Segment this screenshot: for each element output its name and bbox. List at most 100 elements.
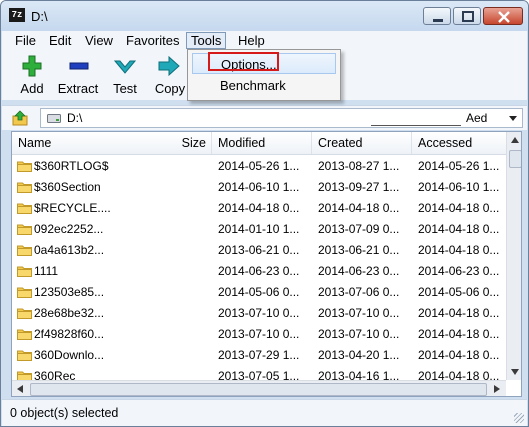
cell-size	[172, 198, 208, 219]
menu-bar: File Edit View Favorites Tools Help	[2, 31, 527, 50]
cell-size	[172, 303, 208, 324]
test-button[interactable]: Test	[107, 50, 143, 100]
menu-favorites[interactable]: Favorites	[122, 32, 183, 49]
maximize-button[interactable]	[453, 7, 481, 25]
scroll-left-icon[interactable]	[17, 385, 23, 393]
menu-item-benchmark[interactable]: Benchmark	[192, 75, 336, 96]
cell-modified: 2014-04-18 0...	[218, 201, 300, 215]
menu-tools[interactable]: Tools	[186, 32, 227, 49]
drive-icon	[47, 114, 61, 123]
cell-modified: 2013-06-21 0...	[218, 243, 300, 257]
table-row[interactable]: $360RTLOG$ 2014-05-26 1... 2013-08-27 1...…	[12, 156, 506, 177]
cell-created: 2013-08-27 1...	[318, 159, 400, 173]
table-row[interactable]: 123503e85... 2014-05-06 0... 2013-07-06 0.…	[12, 282, 506, 303]
table-row[interactable]: 28e68be32... 2013-07-10 0... 2013-07-10 0.…	[12, 303, 506, 324]
cell-size	[172, 240, 208, 261]
cell-size	[172, 324, 208, 345]
extract-button[interactable]: Extract	[55, 50, 101, 100]
extract-minus-icon	[69, 62, 89, 70]
cell-accessed: 2014-04-18 0...	[418, 306, 500, 320]
path-field[interactable]: D:\ Aed	[40, 108, 523, 128]
cell-name: 0a4a613b2...	[34, 243, 105, 257]
cell-accessed: 2014-04-18 0...	[418, 348, 500, 362]
cell-created: 2013-04-20 1...	[318, 348, 400, 362]
up-folder-icon[interactable]	[12, 110, 28, 126]
cell-accessed: 2014-06-23 0...	[418, 264, 500, 278]
cell-created: 2014-04-18 0...	[318, 201, 400, 215]
column-header-size[interactable]: Size	[172, 132, 210, 154]
cell-created: 2013-07-09 0...	[318, 222, 400, 236]
close-icon	[498, 11, 510, 23]
address-bar: D:\ Aed	[2, 105, 527, 130]
add-button[interactable]: Add	[12, 50, 52, 100]
minimize-icon	[433, 19, 443, 22]
resize-grip-icon[interactable]	[514, 413, 524, 423]
copy-button[interactable]: Copy	[152, 50, 188, 100]
cell-accessed: 2014-05-26 1...	[418, 159, 500, 173]
cell-modified: 2014-06-10 1...	[218, 180, 300, 194]
table-row[interactable]: $360Section 2014-06-10 1... 2013-09-27 1..…	[12, 177, 506, 198]
cell-modified: 2014-05-06 0...	[218, 285, 300, 299]
cell-name: 360Downlo...	[34, 348, 105, 362]
table-row[interactable]: 360Downlo... 2013-07-29 1... 2013-04-20 1.…	[12, 345, 506, 366]
cell-accessed: 2014-05-06 0...	[418, 285, 500, 299]
scroll-right-icon[interactable]	[494, 385, 500, 393]
tools-menu-dropdown: Options... Benchmark	[187, 49, 341, 101]
file-list: Name Size Modified Created Accessed $360…	[11, 131, 522, 397]
scroll-up-icon[interactable]	[511, 137, 519, 143]
cell-accessed: 2014-04-18 0...	[418, 222, 500, 236]
cell-size	[172, 261, 208, 282]
cell-modified: 2013-07-29 1...	[218, 348, 300, 362]
table-row[interactable]: $RECYCLE.... 2014-04-18 0... 2014-04-18 0.…	[12, 198, 506, 219]
cell-modified: 2013-07-10 0...	[218, 306, 300, 320]
options-label: Options...	[221, 57, 277, 72]
column-header-created[interactable]: Created	[312, 132, 412, 154]
cell-modified: 2014-06-23 0...	[218, 264, 300, 278]
path-text: D:\	[67, 111, 83, 125]
folder-icon	[17, 350, 32, 361]
cell-name: 123503e85...	[34, 285, 105, 299]
folder-icon	[17, 329, 32, 340]
path-dropdown-icon[interactable]	[509, 116, 517, 121]
vertical-scrollbar[interactable]	[506, 132, 521, 380]
title-bar[interactable]: 7z D:\	[1, 1, 528, 31]
menu-edit[interactable]: Edit	[45, 32, 75, 49]
menu-view[interactable]: View	[81, 32, 117, 49]
table-row[interactable]: 0a4a613b2... 2013-06-21 0... 2013-06-21 0.…	[12, 240, 506, 261]
cell-created: 2013-07-06 0...	[318, 285, 400, 299]
column-header-accessed[interactable]: Accessed	[412, 132, 506, 154]
window-title: D:\	[31, 9, 48, 24]
table-row[interactable]: 1111 2014-06-23 0... 2014-06-23 0... 2014-0…	[12, 261, 506, 282]
address-underline	[371, 125, 461, 126]
minimize-button[interactable]	[423, 7, 451, 25]
menu-file[interactable]: File	[11, 32, 40, 49]
scroll-down-icon[interactable]	[511, 369, 519, 375]
cell-size	[172, 282, 208, 303]
folder-icon	[17, 182, 32, 193]
test-checkmark-icon	[114, 60, 136, 74]
cell-name: $360Section	[34, 180, 101, 194]
cell-size	[172, 345, 208, 366]
cell-created: 2013-07-10 0...	[318, 327, 400, 341]
folder-icon	[17, 266, 32, 277]
cell-created: 2014-06-23 0...	[318, 264, 400, 278]
column-header-modified[interactable]: Modified	[212, 132, 312, 154]
vertical-scroll-thumb[interactable]	[509, 150, 521, 168]
cell-size	[172, 177, 208, 198]
cell-name: $RECYCLE....	[34, 201, 111, 215]
extract-label: Extract	[57, 81, 99, 96]
cell-size	[172, 156, 208, 177]
cell-name: 1111	[34, 264, 59, 278]
table-row[interactable]: 092ec2252... 2014-01-10 1... 2013-07-09 0.…	[12, 219, 506, 240]
benchmark-label: Benchmark	[220, 78, 286, 93]
cell-created: 2013-09-27 1...	[318, 180, 400, 194]
menu-item-options[interactable]: Options...	[192, 53, 336, 74]
menu-help[interactable]: Help	[234, 32, 269, 49]
cell-modified: 2014-01-10 1...	[218, 222, 300, 236]
table-row[interactable]: 2f49828f60... 2013-07-10 0... 2013-07-10 0…	[12, 324, 506, 345]
list-header: Name Size Modified Created Accessed	[12, 132, 506, 155]
horizontal-scrollbar[interactable]	[12, 380, 506, 396]
copy-label: Copy	[154, 81, 186, 96]
close-button[interactable]	[483, 7, 523, 25]
horizontal-scroll-thumb[interactable]	[30, 383, 487, 396]
